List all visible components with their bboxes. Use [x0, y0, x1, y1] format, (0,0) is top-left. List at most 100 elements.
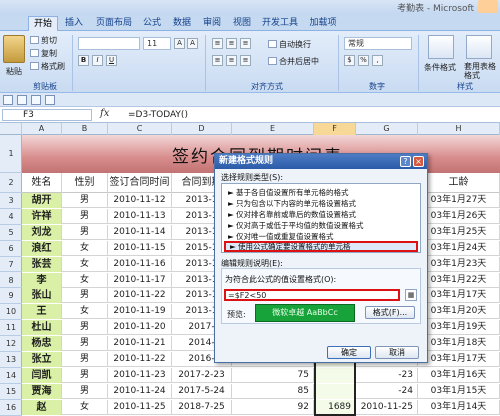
cell-seniority[interactable]: 03年1月17天 — [418, 288, 500, 304]
row-header[interactable]: 1 — [0, 135, 22, 173]
cell-sign-date[interactable]: 2010-11-19 — [108, 304, 172, 320]
cell-sign-date[interactable]: 2010-11-17 — [108, 272, 172, 288]
save-icon[interactable] — [3, 95, 13, 105]
cell-due-date[interactable]: 2017-2-23 — [172, 367, 232, 383]
rule-type-item[interactable]: ► 仅对高于或低于平均值的数值设置格式 — [228, 220, 364, 231]
cell-gender[interactable]: 女 — [62, 256, 108, 272]
paste-button[interactable]: 粘贴 — [6, 66, 22, 77]
cut-button[interactable]: 剪切 — [30, 35, 57, 46]
cell-sign-date[interactable]: 2010-11-14 — [108, 224, 172, 240]
rule-type-item[interactable]: ► 只为包含以下内容的单元格设置格式 — [228, 198, 356, 209]
name-box[interactable]: F3 — [2, 109, 92, 121]
merge-center-button[interactable]: 合并后居中 — [268, 56, 319, 67]
cell-name[interactable]: 李 — [22, 272, 62, 288]
cell-gender[interactable]: 女 — [62, 272, 108, 288]
cell-name[interactable]: 闫凯 — [22, 367, 62, 383]
cell-e[interactable]: 85 — [232, 383, 314, 399]
row-header[interactable]: 16 — [0, 400, 22, 416]
cell-sign-date[interactable]: 2010-11-23 — [108, 367, 172, 383]
paste-icon[interactable] — [3, 35, 25, 63]
tab-formulas[interactable]: 公式 — [138, 16, 166, 31]
font-size-combo[interactable]: 11 — [143, 37, 171, 50]
column-header-c[interactable]: C — [108, 123, 172, 135]
align-left-icon[interactable]: ≡ — [212, 55, 223, 66]
cell-seniority[interactable]: 03年1月20天 — [418, 304, 500, 320]
cell-seniority[interactable]: 03年1月15天 — [418, 383, 500, 399]
rule-type-item-selected[interactable]: ► 使用公式确定要设置格式的单元格 — [224, 241, 418, 252]
cell-gender[interactable]: 男 — [62, 193, 108, 208]
tab-view[interactable]: 视图 — [228, 16, 256, 31]
cell-name[interactable]: 王 — [22, 304, 62, 320]
format-painter-button[interactable]: 格式刷 — [30, 61, 65, 72]
copy-button[interactable]: 复制 — [30, 48, 57, 59]
cancel-button[interactable]: 取消 — [375, 346, 419, 359]
cell-gender[interactable]: 男 — [62, 336, 108, 352]
conditional-format-button[interactable]: 条件格式 — [424, 62, 456, 73]
column-header-b[interactable]: B — [62, 123, 108, 135]
row-header[interactable]: 12 — [0, 336, 22, 352]
cell-gender[interactable]: 男 — [62, 288, 108, 304]
format-as-table-button[interactable]: 套用表格格式 — [464, 62, 498, 80]
header-gender[interactable]: 性别 — [62, 173, 108, 193]
column-header-d[interactable]: D — [172, 123, 232, 135]
font-shrink-icon[interactable]: A — [187, 38, 198, 49]
tab-developer[interactable]: 开发工具 — [258, 16, 302, 31]
cell-sign-date[interactable]: 2010-11-24 — [108, 383, 172, 399]
cell-name[interactable]: 赵 — [22, 399, 62, 415]
cell-gender[interactable]: 男 — [62, 224, 108, 240]
ok-button[interactable]: 确定 — [327, 346, 371, 359]
cell-seniority[interactable]: 03年1月24天 — [418, 240, 500, 256]
row-header[interactable]: 2 — [0, 173, 22, 193]
cell-f[interactable]: 1689 — [314, 399, 356, 415]
tab-page-layout[interactable]: 页面布局 — [92, 16, 136, 31]
cell-sign-date[interactable]: 2010-11-22 — [108, 352, 172, 367]
align-bottom-icon[interactable]: ≡ — [240, 38, 251, 49]
cell-sign-date[interactable]: 2010-11-16 — [108, 256, 172, 272]
rule-type-item[interactable]: ► 基于各自值设置所有单元格的格式 — [228, 187, 349, 198]
cell-name[interactable]: 杨忠 — [22, 336, 62, 352]
rule-type-item[interactable]: ► 仅对排名靠前或靠后的数值设置格式 — [228, 209, 356, 220]
cell-f[interactable] — [314, 383, 356, 399]
row-header[interactable]: 15 — [0, 384, 22, 400]
cell-sign-date[interactable]: 2010-11-22 — [108, 288, 172, 304]
conditional-format-icon[interactable] — [428, 35, 454, 59]
cell-seniority[interactable]: 03年1月22天 — [418, 272, 500, 288]
column-header-f[interactable]: F — [314, 123, 356, 135]
range-select-icon[interactable]: ▦ — [405, 289, 417, 301]
bold-icon[interactable]: B — [78, 55, 89, 66]
table-format-icon[interactable] — [466, 35, 492, 59]
cell-due-date[interactable]: 2017-5-24 — [172, 383, 232, 399]
cell-sign-date[interactable]: 2010-11-13 — [108, 208, 172, 224]
cell-g[interactable]: -24 — [356, 383, 418, 399]
tab-addins[interactable]: 加载项 — [304, 16, 342, 31]
cell-name[interactable]: 杜山 — [22, 320, 62, 336]
cell-e[interactable]: 75 — [232, 367, 314, 383]
row-header[interactable]: 13 — [0, 352, 22, 368]
cell-sign-date[interactable]: 2010-11-15 — [108, 240, 172, 256]
cell-e[interactable]: 92 — [232, 399, 314, 415]
cell-gender[interactable]: 男 — [62, 320, 108, 336]
tab-insert[interactable]: 插入 — [60, 16, 88, 31]
align-middle-icon[interactable]: ≡ — [226, 38, 237, 49]
font-grow-icon[interactable]: A — [174, 38, 185, 49]
align-top-icon[interactable]: ≡ — [212, 38, 223, 49]
select-all-corner[interactable] — [0, 123, 22, 135]
tab-review[interactable]: 审阅 — [198, 16, 226, 31]
cell-seniority[interactable]: 03年1月23天 — [418, 256, 500, 272]
cell-name[interactable]: 浪红 — [22, 240, 62, 256]
rule-formula-input[interactable]: =$F2<50 — [224, 289, 400, 301]
help-icon[interactable]: ? — [400, 156, 411, 167]
column-header-h[interactable]: H — [418, 123, 500, 135]
cell-f[interactable] — [314, 367, 356, 383]
cell-gender[interactable]: 女 — [62, 304, 108, 320]
format-button[interactable]: 格式(F)... — [365, 306, 415, 319]
italic-icon[interactable]: I — [92, 55, 103, 66]
cell-sign-date[interactable]: 2010-11-20 — [108, 320, 172, 336]
cell-name[interactable]: 胡开 — [22, 193, 62, 208]
cell-due-date[interactable]: 2018-7-25 — [172, 399, 232, 415]
cell-gender[interactable]: 男 — [62, 383, 108, 399]
comma-icon[interactable]: , — [372, 55, 383, 66]
cell-name[interactable]: 张山 — [22, 288, 62, 304]
percent-icon[interactable]: % — [358, 55, 369, 66]
cell-name[interactable]: 贾海 — [22, 383, 62, 399]
